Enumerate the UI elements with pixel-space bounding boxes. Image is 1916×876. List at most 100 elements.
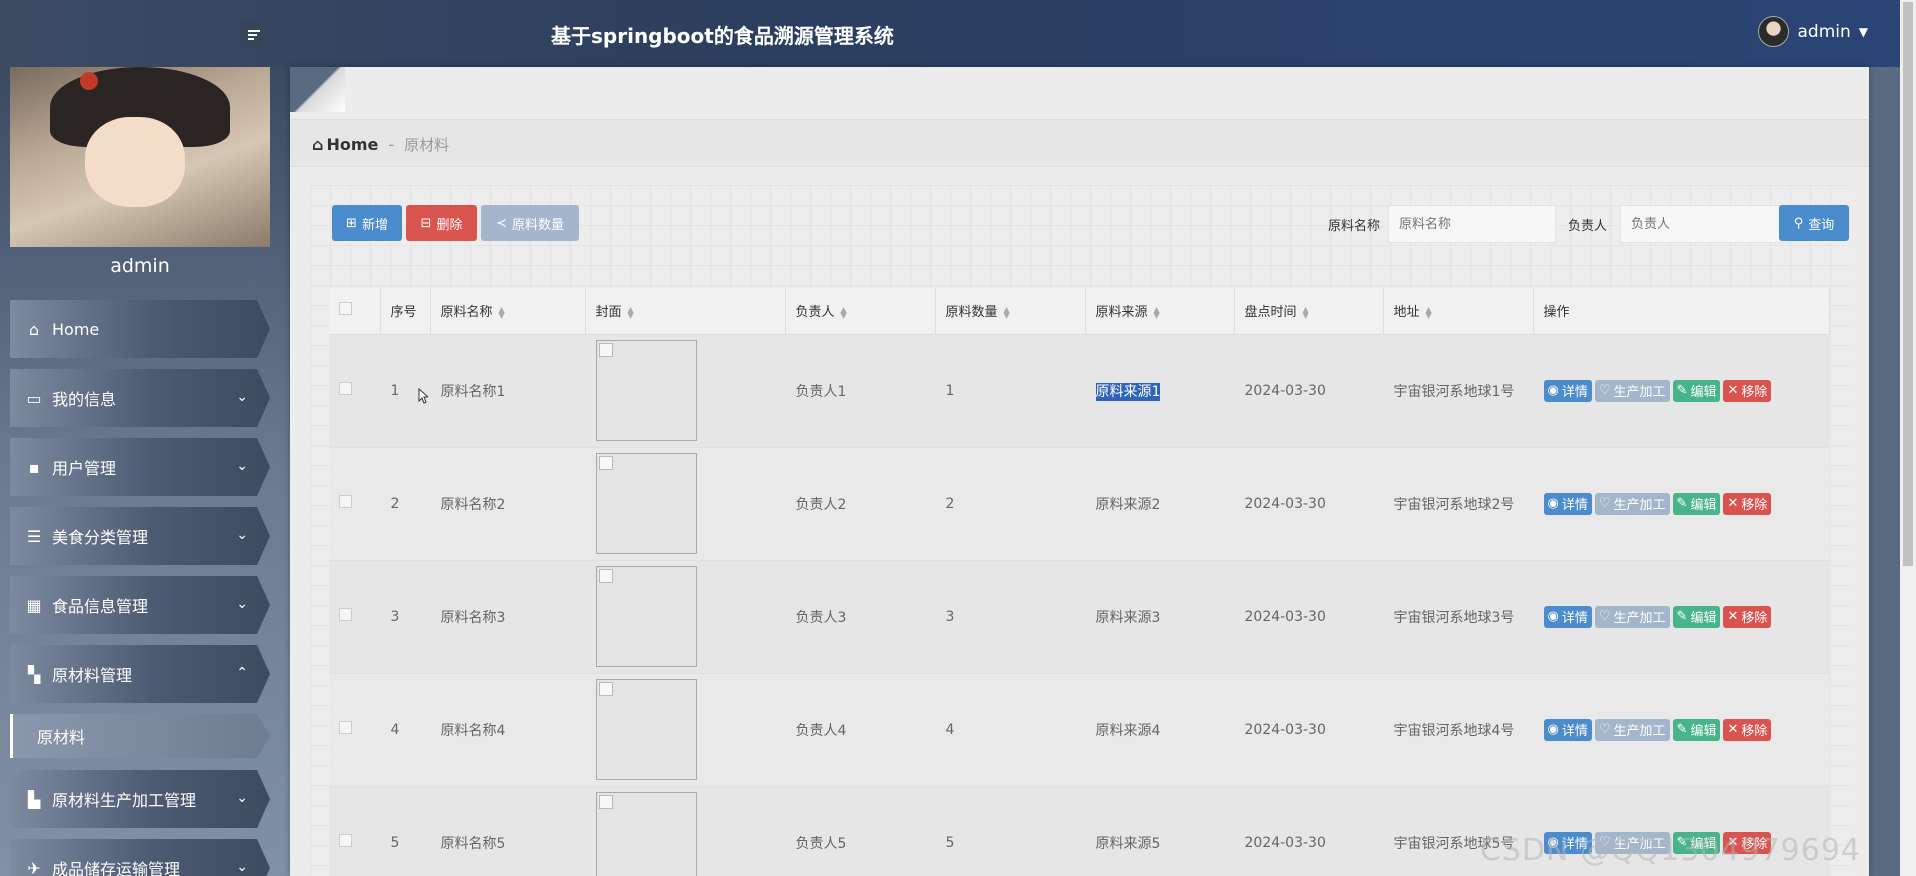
- chevron-down-icon: ⌄: [236, 458, 248, 474]
- detail-button[interactable]: ◉ 详情: [1543, 605, 1592, 628]
- row-select-cell[interactable]: [329, 447, 381, 561]
- minus-square-icon: ⊟: [420, 215, 432, 231]
- top-bar: 基于springboot的食品溯源管理系统 admin ▼: [0, 0, 1916, 67]
- detail-button[interactable]: ◉ 详情: [1543, 718, 1592, 741]
- production-button[interactable]: ♡ 生产加工: [1594, 492, 1670, 515]
- user-menu[interactable]: admin ▼: [1758, 16, 1868, 47]
- detail-button[interactable]: ◉ 详情: [1543, 492, 1592, 515]
- detail-label: 详情: [1561, 498, 1588, 513]
- sidebar-item-food-category[interactable]: ☰ 美食分类管理 ⌄: [10, 507, 270, 565]
- sidebar-item-processing[interactable]: ▙ 原材料生产加工管理 ⌄: [10, 770, 270, 828]
- row-select-cell[interactable]: [329, 334, 381, 448]
- detail-button[interactable]: ◉ 详情: [1543, 379, 1592, 402]
- edit-button[interactable]: ✎ 编辑: [1672, 718, 1721, 741]
- material-count-button[interactable]: ≺ 原料数量: [481, 205, 579, 241]
- sidebar-item-storage-transport[interactable]: ✈ 成品储存运输管理 ⌄: [10, 839, 270, 876]
- row-select-cell[interactable]: [329, 673, 381, 787]
- sidebar-item-label: Home: [52, 319, 100, 339]
- remove-button[interactable]: ✕ 移除: [1723, 605, 1772, 628]
- col-header[interactable]: 原料数量 ▲ ▼: [935, 288, 1086, 335]
- caret-down-icon: ▼: [1858, 24, 1868, 39]
- chevron-down-icon: ⌄: [236, 527, 248, 543]
- sort-icon[interactable]: ▲ ▼: [499, 305, 505, 319]
- source-text: 原料来源4: [1095, 722, 1161, 739]
- menu-toggle-button[interactable]: [240, 21, 267, 48]
- production-button[interactable]: ♡ 生产加工: [1594, 718, 1670, 741]
- sidebar-subitem-label: 原材料: [37, 728, 86, 747]
- sidebar-subitem-raw-material[interactable]: 原材料: [10, 714, 270, 758]
- cell-qty: 3: [935, 560, 1086, 674]
- source-text: 原料来源1: [1095, 382, 1161, 401]
- hamburger-icon: [247, 29, 260, 40]
- production-label: 生产加工: [1613, 724, 1666, 739]
- source-text: 原料来源5: [1095, 835, 1161, 852]
- heart-icon: ♡: [1598, 722, 1611, 737]
- vertical-scrollbar[interactable]: [1900, 0, 1916, 876]
- sort-icon[interactable]: ▲ ▼: [1004, 305, 1010, 319]
- cell-date: 2024-03-30: [1234, 560, 1384, 674]
- cell-source: 原料来源3: [1085, 560, 1235, 674]
- production-button[interactable]: ♡ 生产加工: [1594, 605, 1670, 628]
- scrollbar-thumb[interactable]: [1903, 2, 1913, 566]
- remove-button[interactable]: ✕ 移除: [1723, 379, 1772, 402]
- cell-no: 5: [380, 786, 431, 876]
- search-owner-input[interactable]: [1620, 205, 1788, 243]
- table-row: 2 原料名称2 负责人2 2 原料来源2 2024-03-30 宇宙银河系地球2号 ◉ 详情 ♡ 生…: [329, 447, 1830, 561]
- cell-address: 宇宙银河系地球3号: [1383, 560, 1534, 674]
- cell-source: 原料来源1: [1085, 334, 1235, 448]
- remove-button[interactable]: ✕ 移除: [1723, 492, 1772, 515]
- cell-owner: 负责人5: [785, 786, 936, 876]
- col-header[interactable]: 原料来源 ▲ ▼: [1085, 288, 1235, 335]
- cell-cover: [585, 786, 786, 876]
- remove-button[interactable]: ✕ 移除: [1723, 718, 1772, 741]
- cell-address: 宇宙银河系地球1号: [1383, 334, 1534, 448]
- row-select-cell[interactable]: [329, 786, 381, 876]
- dashboard-icon: ▚: [27, 664, 41, 684]
- row-checkbox[interactable]: [339, 382, 352, 395]
- sidebar: admin ⌂ Home ▭ 我的信息 ⌄ ▪ 用户管理 ⌄ ☰ 美食分类管理 …: [0, 67, 290, 876]
- delete-button[interactable]: ⊟ 删除: [406, 205, 477, 241]
- breadcrumb-home[interactable]: ⌂ Home: [312, 135, 378, 154]
- select-all-checkbox[interactable]: [339, 302, 352, 316]
- cell-ops: ◉ 详情 ♡ 生产加工 ✎ 编辑 ✕ 移除: [1533, 334, 1830, 448]
- close-icon: ✕: [1727, 496, 1739, 511]
- chevron-up-icon: ⌃: [236, 665, 248, 681]
- row-checkbox[interactable]: [339, 834, 352, 847]
- edit-button[interactable]: ✎ 编辑: [1672, 605, 1721, 628]
- sidebar-item-users[interactable]: ▪ 用户管理 ⌄: [10, 438, 270, 496]
- add-button-label: 新增: [361, 217, 388, 233]
- sort-icon[interactable]: ▲ ▼: [1154, 305, 1160, 319]
- remove-label: 移除: [1741, 385, 1768, 400]
- sort-icon[interactable]: ▲ ▼: [1426, 305, 1432, 319]
- edit-icon: ✎: [1676, 383, 1688, 398]
- sidebar-item-my-info[interactable]: ▭ 我的信息 ⌄: [10, 369, 270, 427]
- row-checkbox[interactable]: [339, 608, 352, 621]
- search-name-input[interactable]: [1388, 205, 1556, 243]
- row-select-cell[interactable]: [329, 560, 381, 674]
- row-checkbox[interactable]: [339, 495, 352, 508]
- search-button[interactable]: ⚲ 查询: [1779, 205, 1849, 241]
- production-button[interactable]: ♡ 生产加工: [1594, 379, 1670, 402]
- table-row: 3 原料名称3 负责人3 3 原料来源3 2024-03-30 宇宙银河系地球3号 ◉ 详情 ♡ 生…: [329, 560, 1830, 674]
- col-header[interactable]: 盘点时间 ▲ ▼: [1234, 288, 1384, 335]
- select-all-cell[interactable]: [329, 288, 381, 335]
- sort-icon[interactable]: ▲ ▼: [841, 305, 847, 319]
- edit-button[interactable]: ✎ 编辑: [1672, 379, 1721, 402]
- sidebar-item-label: 美食分类管理: [52, 528, 149, 547]
- edit-button[interactable]: ✎ 编辑: [1672, 492, 1721, 515]
- row-checkbox[interactable]: [339, 721, 352, 734]
- col-header[interactable]: 负责人 ▲ ▼: [785, 288, 936, 335]
- material-count-label: 原料数量: [511, 217, 564, 233]
- sidebar-item-food-info[interactable]: ▦ 食品信息管理 ⌄: [10, 576, 270, 634]
- col-header[interactable]: 原料名称 ▲ ▼: [430, 288, 586, 335]
- remove-label: 移除: [1741, 724, 1768, 739]
- sidebar-item-raw-materials[interactable]: ▚ 原材料管理 ⌃: [10, 645, 270, 703]
- cell-no: 2: [380, 447, 431, 561]
- home-icon: ⌂: [312, 135, 324, 154]
- add-button[interactable]: ⊞ 新增: [332, 205, 402, 241]
- sidebar-item-home[interactable]: ⌂ Home: [10, 300, 270, 358]
- col-header[interactable]: 封面 ▲ ▼: [585, 288, 786, 335]
- sort-icon[interactable]: ▲ ▼: [1303, 305, 1309, 319]
- col-header[interactable]: 地址 ▲ ▼: [1383, 288, 1534, 335]
- sort-icon[interactable]: ▲ ▼: [628, 305, 634, 319]
